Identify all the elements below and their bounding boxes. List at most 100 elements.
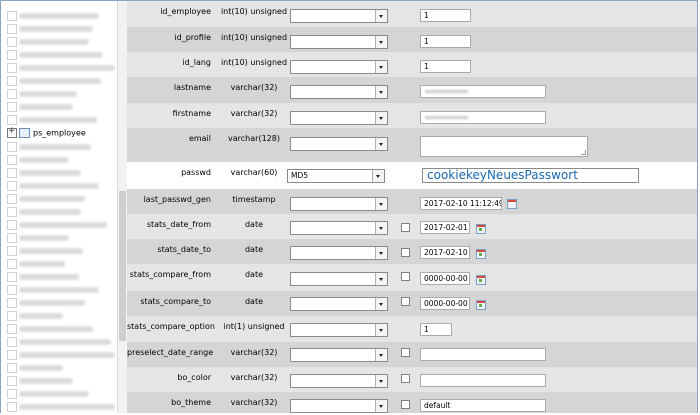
tree-item[interactable] — [7, 115, 97, 127]
expand-icon[interactable] — [7, 63, 17, 73]
expand-icon[interactable] — [7, 220, 17, 230]
tree-item[interactable] — [7, 37, 89, 49]
expand-icon[interactable] — [7, 115, 17, 125]
calendar-icon[interactable] — [476, 300, 486, 310]
expand-icon[interactable] — [7, 76, 17, 86]
null-checkbox[interactable] — [401, 248, 410, 257]
tree-item[interactable] — [7, 50, 103, 62]
function-select[interactable] — [290, 197, 388, 211]
expand-icon[interactable] — [7, 24, 17, 34]
value-input[interactable]: 2017-02-10 — [420, 246, 470, 259]
expand-icon[interactable] — [7, 155, 17, 165]
tree-item[interactable] — [7, 194, 85, 206]
expand-icon[interactable] — [7, 37, 17, 47]
value-input-redacted[interactable] — [420, 111, 546, 124]
function-select[interactable]: MD5 — [287, 169, 385, 183]
expand-icon[interactable] — [7, 311, 17, 321]
function-select[interactable] — [290, 60, 388, 74]
value-textarea[interactable] — [420, 136, 588, 157]
expand-icon[interactable] — [7, 194, 17, 204]
value-input[interactable]: 1 — [420, 9, 471, 22]
expand-icon[interactable] — [7, 285, 17, 295]
expand-icon[interactable] — [7, 168, 17, 178]
function-select[interactable] — [290, 399, 388, 413]
expand-icon[interactable] — [7, 50, 17, 60]
function-select[interactable] — [290, 323, 388, 337]
password-input[interactable]: cookiekeyNeuesPasswort — [422, 168, 639, 183]
tree-item[interactable] — [7, 181, 99, 193]
value-input[interactable]: 1 — [420, 323, 452, 336]
tree-item[interactable] — [7, 298, 85, 310]
tree-item[interactable] — [7, 285, 99, 297]
tree-item[interactable] — [7, 376, 73, 388]
expand-icon[interactable] — [7, 363, 17, 373]
scrollbar-thumb[interactable] — [119, 191, 126, 341]
tree-item[interactable] — [7, 363, 63, 375]
value-input[interactable]: 2017-02-10 11:12:49 — [420, 197, 502, 210]
expand-icon[interactable] — [7, 142, 17, 152]
sidebar-scrollbar[interactable] — [117, 1, 127, 413]
expand-icon[interactable] — [7, 350, 17, 360]
function-select[interactable] — [290, 272, 388, 286]
tree-item[interactable] — [7, 207, 81, 219]
function-select[interactable] — [290, 221, 388, 235]
null-checkbox[interactable] — [401, 400, 410, 409]
function-select[interactable] — [290, 9, 388, 23]
function-select[interactable] — [290, 35, 388, 49]
tree-item[interactable] — [7, 389, 89, 401]
tree-item[interactable] — [7, 168, 81, 180]
value-input-redacted[interactable] — [420, 85, 546, 98]
tree-item[interactable] — [7, 259, 65, 271]
tree-item[interactable] — [7, 63, 115, 75]
tree-item[interactable] — [7, 24, 93, 36]
value-input[interactable]: 1 — [420, 60, 471, 73]
expand-icon[interactable] — [7, 207, 17, 217]
calendar-icon[interactable] — [476, 275, 486, 285]
value-input[interactable]: 1 — [420, 35, 471, 48]
tree-item[interactable] — [7, 402, 115, 413]
tree-item[interactable] — [7, 233, 69, 245]
function-select[interactable] — [290, 246, 388, 260]
tree-item[interactable] — [7, 272, 79, 284]
expand-icon[interactable] — [7, 272, 17, 282]
tree-item[interactable] — [7, 311, 63, 323]
null-checkbox[interactable] — [401, 297, 410, 306]
value-input[interactable]: 0000-00-00 — [420, 297, 470, 310]
tree-item[interactable] — [7, 89, 77, 101]
tree-item[interactable] — [7, 155, 69, 167]
calendar-icon[interactable] — [507, 199, 517, 209]
expand-icon[interactable] — [7, 102, 17, 112]
function-select[interactable] — [290, 111, 388, 125]
function-select[interactable] — [290, 297, 388, 311]
tree-item[interactable] — [7, 350, 115, 362]
tree-item[interactable] — [7, 220, 107, 232]
value-input[interactable]: 0000-00-00 — [420, 272, 470, 285]
null-checkbox[interactable] — [401, 272, 410, 281]
expand-icon[interactable] — [7, 298, 17, 308]
tree-item[interactable] — [7, 76, 101, 88]
expand-icon[interactable] — [7, 11, 17, 21]
calendar-icon[interactable] — [476, 249, 486, 259]
expand-icon[interactable] — [7, 126, 17, 138]
function-select[interactable] — [290, 348, 388, 362]
calendar-icon[interactable] — [476, 224, 486, 234]
expand-icon[interactable] — [7, 259, 17, 269]
expand-icon[interactable] — [7, 337, 17, 347]
expand-icon[interactable] — [7, 246, 17, 256]
function-select[interactable] — [290, 137, 388, 151]
value-input[interactable] — [420, 348, 546, 361]
tree-item[interactable] — [7, 142, 91, 154]
tree-item[interactable] — [7, 324, 93, 336]
tree-item-ps-employee[interactable]: ps_employee — [7, 126, 86, 140]
value-input[interactable] — [420, 374, 546, 387]
null-checkbox[interactable] — [401, 374, 410, 383]
expand-icon[interactable] — [7, 324, 17, 334]
expand-icon[interactable] — [7, 376, 17, 386]
tree-item[interactable] — [7, 246, 83, 258]
expand-icon[interactable] — [7, 89, 17, 99]
function-select[interactable] — [290, 374, 388, 388]
null-checkbox[interactable] — [401, 223, 410, 232]
tree-item[interactable] — [7, 337, 111, 349]
expand-icon[interactable] — [7, 402, 17, 412]
expand-icon[interactable] — [7, 181, 17, 191]
